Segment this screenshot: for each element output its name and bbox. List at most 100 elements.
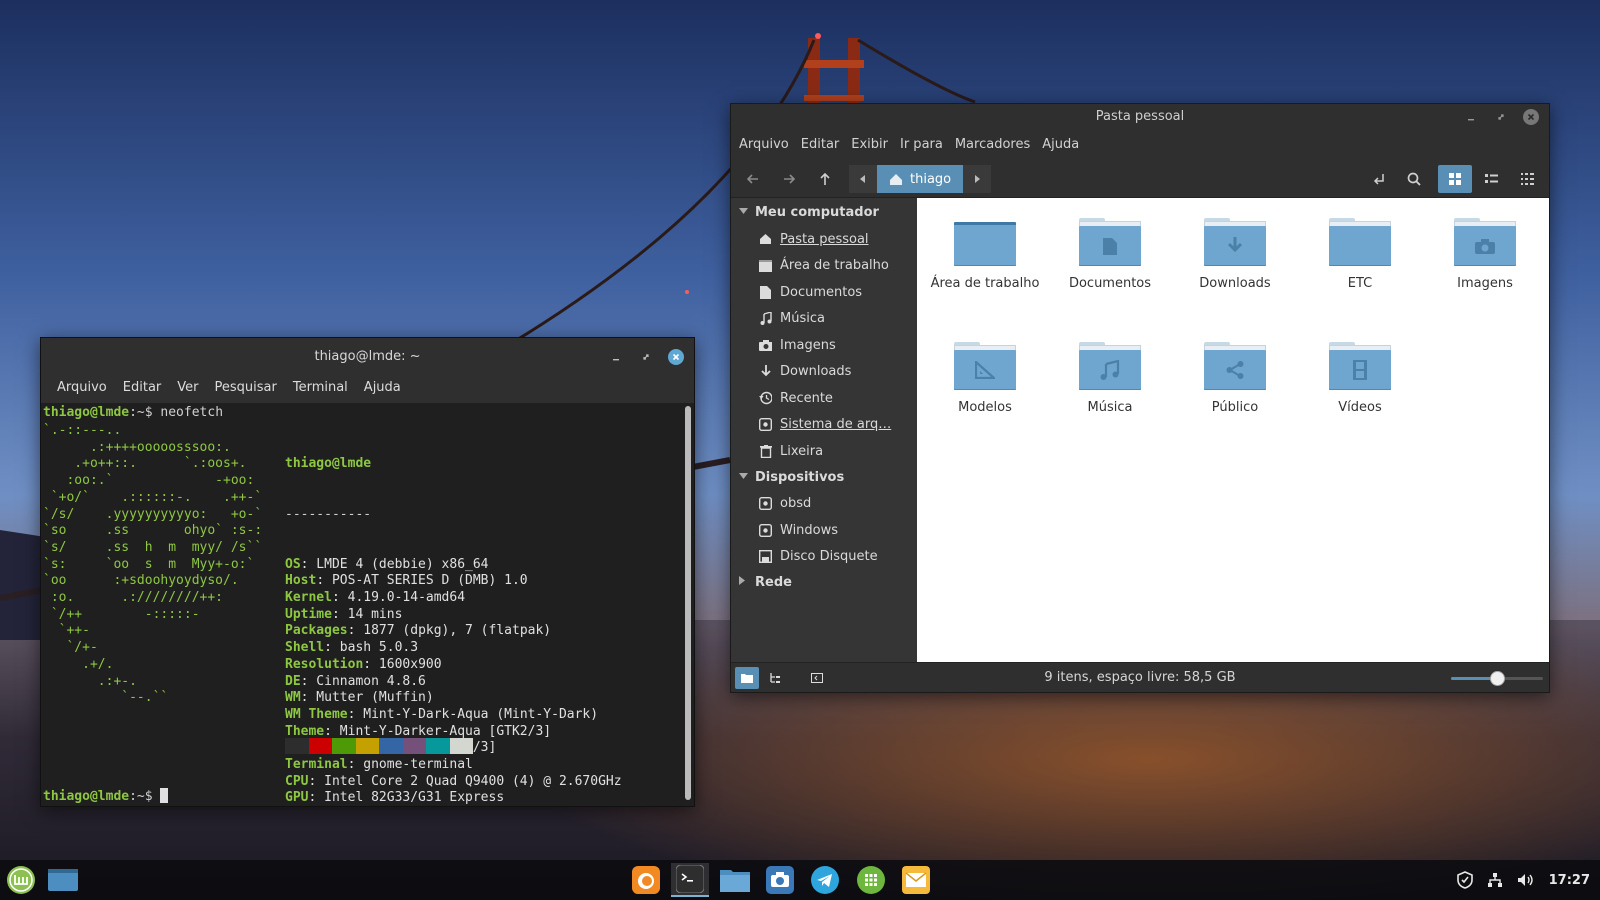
active-prompt-line[interactable]: thiago@lmde:~$: [43, 788, 169, 806]
icon-view-button[interactable]: [1438, 165, 1472, 193]
taskbar-calculator[interactable]: [852, 863, 890, 897]
menu-ajuda[interactable]: Ajuda: [1036, 130, 1085, 160]
search-button[interactable]: [1400, 165, 1428, 193]
file-view[interactable]: Área de trabalho Documentos Downloads ETC Im…: [917, 198, 1549, 662]
mint-menu-button[interactable]: [2, 863, 40, 897]
menu-ver[interactable]: Ver: [169, 375, 206, 403]
terminal-titlebar[interactable]: thiago@lmde: ~: [41, 338, 694, 375]
folder-item-videos[interactable]: Vídeos: [1300, 342, 1420, 415]
folder-item-documentos[interactable]: Documentos: [1050, 218, 1170, 291]
desktop-folder-icon: [954, 218, 1016, 266]
sidebar-item-imagens[interactable]: Imagens: [731, 332, 917, 359]
compact-view-button[interactable]: [1510, 165, 1544, 193]
zoom-slider-handle[interactable]: [1490, 671, 1505, 686]
sidebar-section-header[interactable]: Meu computador: [731, 200, 917, 226]
info-key: Packages: [285, 623, 348, 639]
folder-item-area-de-trabalho[interactable]: Área de trabalho: [925, 218, 1045, 291]
maximize-button[interactable]: [638, 349, 654, 365]
folder-item-modelos[interactable]: Modelos: [925, 342, 1045, 415]
menu-marcadores[interactable]: Marcadores: [949, 130, 1036, 160]
volume-icon[interactable]: [1517, 872, 1535, 888]
menu-ajuda[interactable]: Ajuda: [356, 375, 409, 403]
color-swatch: [379, 738, 403, 754]
up-button[interactable]: [811, 165, 839, 193]
sidebar-item-sistema-de-arq[interactable]: Sistema de arq…: [731, 412, 917, 439]
sidebar-item-windows[interactable]: Windows: [731, 517, 917, 544]
shield-icon[interactable]: [1456, 871, 1473, 889]
close-button[interactable]: [668, 348, 684, 365]
document-icon: [759, 285, 772, 299]
folder-item-publico[interactable]: Público: [1175, 342, 1295, 415]
info-key: OS: [285, 556, 301, 572]
breadcrumb-home-button[interactable]: thiago: [877, 165, 964, 193]
terminal-output[interactable]: thiago@lmde:~$ neofetch `.-::---.. .:+++…: [41, 403, 680, 806]
close-button[interactable]: [1523, 109, 1539, 125]
menu-arquivo[interactable]: Arquivo: [49, 375, 115, 403]
network-icon[interactable]: [1487, 872, 1503, 888]
terminal-window[interactable]: thiago@lmde: ~ Arquivo Editar Ver Pesqui…: [40, 337, 695, 807]
menu-exibir[interactable]: Exibir: [845, 130, 894, 160]
zoom-slider[interactable]: [1451, 671, 1543, 686]
terminal-scrollbar[interactable]: [685, 406, 691, 800]
sidebar-item-obsd[interactable]: obsd: [731, 491, 917, 518]
forward-button[interactable]: [775, 165, 803, 193]
drive-icon: [759, 523, 772, 537]
folder-item-etc[interactable]: ETC: [1300, 218, 1420, 291]
sidebar-item-recente[interactable]: Recente: [731, 385, 917, 412]
menu-editar[interactable]: Editar: [115, 375, 170, 403]
file-manager-titlebar[interactable]: Pasta pessoal: [731, 104, 1549, 130]
info-row: DE: Cinnamon 4.8.6: [285, 674, 622, 691]
folder-item-musica[interactable]: Música: [1050, 342, 1170, 415]
sidebar-item-documentos[interactable]: Documentos: [731, 279, 917, 306]
sidebar-section-header[interactable]: Rede: [731, 570, 917, 596]
folder-item-downloads[interactable]: Downloads: [1175, 218, 1295, 291]
drive-icon: [759, 497, 772, 511]
logo-line: `+o/` .::::::-. .++-`: [43, 489, 263, 505]
sidebar-item-pasta-pessoal[interactable]: Pasta pessoal: [731, 226, 917, 253]
info-colon: :: [363, 656, 372, 672]
documents-folder-icon: [1079, 218, 1141, 266]
info-value: gnome-terminal: [355, 757, 473, 773]
menu-pesquisar[interactable]: Pesquisar: [207, 375, 285, 403]
command-text: neofetch: [160, 405, 224, 420]
prompt-suffix: :~$: [129, 789, 161, 804]
taskbar-files[interactable]: [716, 863, 754, 897]
toggle-location-button[interactable]: [1365, 165, 1393, 193]
system-tray: 17:27: [1456, 860, 1590, 900]
clock[interactable]: 17:27: [1549, 873, 1590, 888]
back-button[interactable]: [739, 165, 767, 193]
status-text: 9 itens, espaço livre: 58,5 GB: [1044, 670, 1236, 685]
info-value: 1877 (dpkg), 7 (flatpak): [355, 623, 552, 639]
menu-editar[interactable]: Editar: [795, 130, 846, 160]
public-folder-icon: [1204, 342, 1266, 390]
folder-item-imagens[interactable]: Imagens: [1425, 218, 1545, 291]
breadcrumb-prev-button[interactable]: [849, 165, 877, 193]
sidebar-item-area-de-trabalho[interactable]: Área de trabalho: [731, 253, 917, 280]
sidebar-item-disco-disquete[interactable]: Disco Disquete: [731, 544, 917, 571]
taskbar-telegram[interactable]: [806, 863, 844, 897]
taskbar-terminal[interactable]: [671, 863, 709, 897]
info-row: WM: Mutter (Muffin): [285, 690, 622, 707]
taskbar-mail[interactable]: [897, 863, 935, 897]
list-view-button[interactable]: [1474, 165, 1508, 193]
sidebar-section-header[interactable]: Dispositivos: [731, 465, 917, 491]
text-cursor: [160, 788, 169, 803]
sidebar-item-musica[interactable]: Música: [731, 306, 917, 333]
breadcrumb-next-button[interactable]: [963, 165, 992, 193]
minimize-button[interactable]: [608, 349, 624, 365]
menu-arquivo[interactable]: Arquivo: [733, 130, 795, 160]
status-bar: 9 itens, espaço livre: 58,5 GB: [731, 662, 1549, 692]
minimize-button[interactable]: [1463, 109, 1479, 125]
menu-ir-para[interactable]: Ir para: [894, 130, 949, 160]
maximize-button[interactable]: [1493, 109, 1509, 125]
taskbar-screenshot[interactable]: [761, 863, 799, 897]
distro-ascii-logo: `.-::---.. .:++++ooooosssoo:. .+o++::. `…: [43, 423, 262, 707]
sidebar-item-downloads[interactable]: Downloads: [731, 359, 917, 386]
taskbar-firefox[interactable]: [627, 863, 665, 897]
info-colon: :: [331, 606, 340, 622]
sidebar-item-lixeira[interactable]: Lixeira: [731, 438, 917, 465]
file-manager-window[interactable]: Pasta pessoal Arquivo Editar Exibir Ir p…: [730, 103, 1550, 693]
menu-terminal[interactable]: Terminal: [285, 375, 356, 403]
show-desktop-button[interactable]: [44, 863, 82, 897]
info-row: Terminal: gnome-terminal: [285, 757, 622, 774]
